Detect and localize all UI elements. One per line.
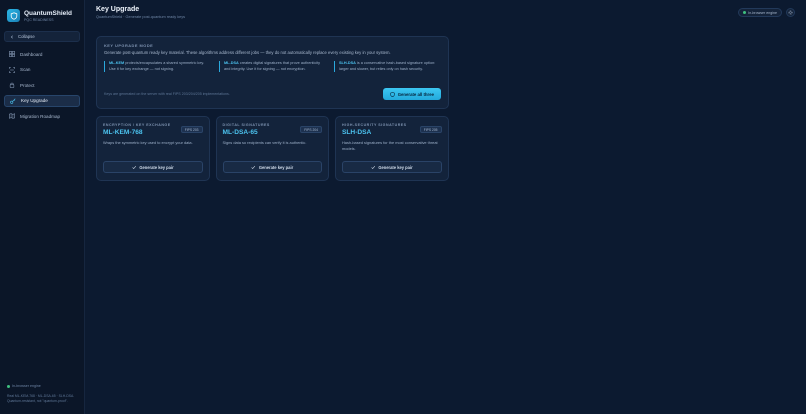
algo-note-text: creates digital signatures that prove au… <box>224 61 321 71</box>
gear-icon <box>788 10 793 15</box>
topbar: Key Upgrade QuantumShield · Generate pos… <box>96 6 795 26</box>
chevron-left-icon <box>10 34 13 39</box>
engine-pill-label: In-browser engine <box>748 10 777 15</box>
generate-all-label: Generate all three <box>397 91 434 97</box>
algo-note-name: ML-KEM <box>109 61 125 65</box>
grid-icon <box>9 51 15 58</box>
card-category: DIGITAL SIGNATURES <box>222 123 270 127</box>
generate-key-pair-label: Generate key pair <box>139 164 174 170</box>
card-header: HIGH-SECURITY SIGNATURES SLH-DSA FIPS 20… <box>342 123 442 136</box>
page-title: Key Upgrade <box>96 6 140 13</box>
mode-footer: Keys are generated on the server with re… <box>104 88 441 100</box>
generate-key-pair-label: Generate key pair <box>258 164 294 170</box>
app-window: QuantumShield PQC READINESS Collapse Das… <box>0 0 806 414</box>
sidebar-item-label: Migration Roadmap <box>20 113 61 119</box>
generate-key-pair-button[interactable]: Generate key pair <box>222 161 322 173</box>
algo-note-text: protects/encapsulates a shared symmetric… <box>109 61 205 71</box>
card-category: HIGH-SECURITY SIGNATURES <box>342 123 407 127</box>
scan-icon <box>9 66 15 73</box>
card-slh-dsa: HIGH-SECURITY SIGNATURES SLH-DSA FIPS 20… <box>335 116 449 181</box>
card-category: ENCRYPTION / KEY EXCHANGE <box>103 123 171 127</box>
engine-status: In-browser engine <box>7 384 81 388</box>
fips-badge: FIPS 203 <box>180 126 203 133</box>
footer-note: Real ML-KEM-768 · ML-DSA-65 · SLH-DSA. Q… <box>7 394 75 404</box>
algo-note-ml-dsa: ML-DSA creates digital signatures that p… <box>219 61 326 73</box>
engine-dot-icon <box>743 11 747 14</box>
collapse-button[interactable]: Collapse <box>4 31 80 42</box>
card-header: DIGITAL SIGNATURES ML-DSA-65 FIPS 204 <box>222 123 322 136</box>
engine-pill[interactable]: In-browser engine <box>738 8 782 17</box>
engine-status-label: In-browser engine <box>12 384 41 389</box>
sidebar-item-dashboard[interactable]: Dashboard <box>4 48 80 61</box>
sidebar-item-label: Scan <box>20 67 31 73</box>
brand-subtitle: PQC READINESS <box>24 17 54 22</box>
card-description: Hash-based signatures for the most conse… <box>342 140 438 151</box>
sidebar-item-label: Protect <box>20 82 35 88</box>
shield-logo-icon <box>7 9 20 22</box>
sidebar: QuantumShield PQC READINESS Collapse Das… <box>0 0 85 414</box>
sidebar-item-label: Dashboard <box>20 51 43 57</box>
algo-note-ml-kem: ML-KEM protects/encapsulates a shared sy… <box>104 61 211 73</box>
algo-note-name: ML-DSA <box>224 61 239 65</box>
card-header: ENCRYPTION / KEY EXCHANGE ML-KEM-768 FIP… <box>103 123 203 136</box>
card-description: Signs data so recipients can verify it i… <box>222 140 307 145</box>
sidebar-item-migration-roadmap[interactable]: Migration Roadmap <box>4 110 80 123</box>
collapse-label: Collapse <box>18 34 35 39</box>
sidebar-item-scan[interactable]: Scan <box>4 64 80 77</box>
brand-text: QuantumShield PQC READINESS <box>24 10 72 22</box>
generate-all-button[interactable]: Generate all three <box>382 88 441 100</box>
brand[interactable]: QuantumShield PQC READINESS <box>4 7 80 24</box>
lock-icon <box>9 82 15 89</box>
sidebar-item-protect[interactable]: Protect <box>4 79 80 92</box>
card-ml-kem: ENCRYPTION / KEY EXCHANGE ML-KEM-768 FIP… <box>96 116 210 181</box>
algorithm-notes: ML-KEM protects/encapsulates a shared sy… <box>104 61 441 73</box>
sidebar-item-key-upgrade[interactable]: Key Upgrade <box>4 94 80 107</box>
card-algorithm-name: ML-DSA-65 <box>222 129 258 136</box>
status-dot-icon <box>7 384 10 388</box>
key-upgrade-mode-panel: KEY UPGRADE MODE Generate post-quantum r… <box>96 36 449 109</box>
shield-icon <box>390 91 395 97</box>
generate-key-pair-label: Generate key pair <box>378 164 413 170</box>
fips-badge: FIPS 204 <box>300 126 322 133</box>
generate-key-pair-button[interactable]: Generate key pair <box>103 161 203 173</box>
key-icon <box>10 98 16 104</box>
card-ml-dsa: DIGITAL SIGNATURES ML-DSA-65 FIPS 204 Si… <box>215 116 329 181</box>
main-content: Key Upgrade QuantumShield · Generate pos… <box>85 0 806 414</box>
mode-footer-text: Keys are generated on the server with re… <box>104 92 230 96</box>
generate-key-pair-button[interactable]: Generate key pair <box>342 161 442 173</box>
sidebar-nav: Dashboard Scan Protect Key Upgrade Migra… <box>4 48 80 123</box>
fips-badge: FIPS 205 <box>419 126 442 133</box>
roadmap-icon <box>9 113 15 119</box>
mode-description: Generate post-quantum ready key material… <box>104 50 391 55</box>
check-icon <box>371 165 375 169</box>
algorithm-cards: ENCRYPTION / KEY EXCHANGE ML-KEM-768 FIP… <box>96 116 795 181</box>
algo-note-slh-dsa: SLH-DSA is a conservative hash-based sig… <box>334 61 441 73</box>
brand-name: QuantumShield <box>24 9 73 17</box>
sidebar-item-label: Key Upgrade <box>21 98 48 104</box>
card-algorithm-name: SLH-DSA <box>342 129 372 136</box>
page-heading: Key Upgrade QuantumShield · Generate pos… <box>96 6 185 19</box>
page-subtitle: QuantumShield · Generate post-quantum re… <box>96 15 186 19</box>
sidebar-footer: In-browser engine Real ML-KEM-768 · ML-D… <box>7 384 81 404</box>
check-icon <box>251 165 256 169</box>
card-description: Wraps the symmetric key used to encrypt … <box>103 140 193 145</box>
mode-label: KEY UPGRADE MODE <box>104 43 154 48</box>
algo-note-name: SLH-DSA <box>339 61 356 65</box>
top-actions: In-browser engine <box>738 8 795 17</box>
check-icon <box>132 165 136 169</box>
settings-button[interactable] <box>786 8 795 17</box>
card-algorithm-name: ML-KEM-768 <box>103 129 143 136</box>
